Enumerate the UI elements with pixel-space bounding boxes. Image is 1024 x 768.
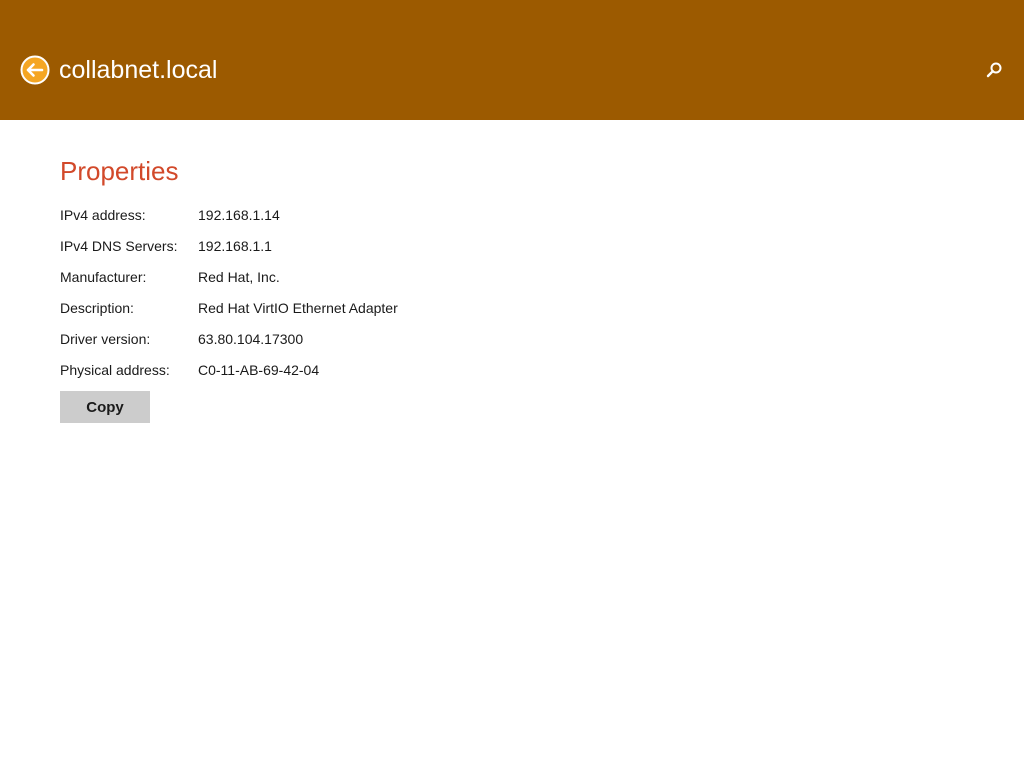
property-label: Driver version: [60,331,151,347]
property-value: Red Hat, Inc. [198,269,280,285]
property-value: C0-11-AB-69-42-04 [198,362,320,378]
property-label: Physical address: [60,362,170,378]
copy-button[interactable]: Copy [60,391,150,423]
property-row-ipv4-dns-servers: IPv4 DNS Servers: 192.168.1.1 [60,235,660,266]
search-button[interactable] [984,60,1004,80]
property-label: IPv4 DNS Servers: [60,238,178,254]
property-row-physical-address: Physical address: C0-11-AB-69-42-04 [60,359,660,390]
property-label: IPv4 address: [60,207,146,223]
property-value: 192.168.1.14 [198,207,280,223]
app-header: collabnet.local [0,0,1024,120]
property-label: Description: [60,300,134,316]
properties-heading: Properties [60,156,179,186]
properties-list: IPv4 address: 192.168.1.14 IPv4 DNS Serv… [60,204,660,390]
property-value: 63.80.104.17300 [198,331,304,347]
back-arrow-icon [20,55,50,85]
back-button[interactable] [20,55,50,85]
property-row-description: Description: Red Hat VirtIO Ethernet Ada… [60,297,660,328]
property-row-manufacturer: Manufacturer: Red Hat, Inc. [60,266,660,297]
search-icon [986,62,1002,78]
property-row-driver-version: Driver version: 63.80.104.17300 [60,328,660,359]
property-value: 192.168.1.1 [198,238,272,254]
property-label: Manufacturer: [60,269,147,285]
page-title: collabnet.local [59,56,218,84]
property-row-ipv4-address: IPv4 address: 192.168.1.14 [60,204,660,235]
property-value: Red Hat VirtIO Ethernet Adapter [198,300,398,316]
